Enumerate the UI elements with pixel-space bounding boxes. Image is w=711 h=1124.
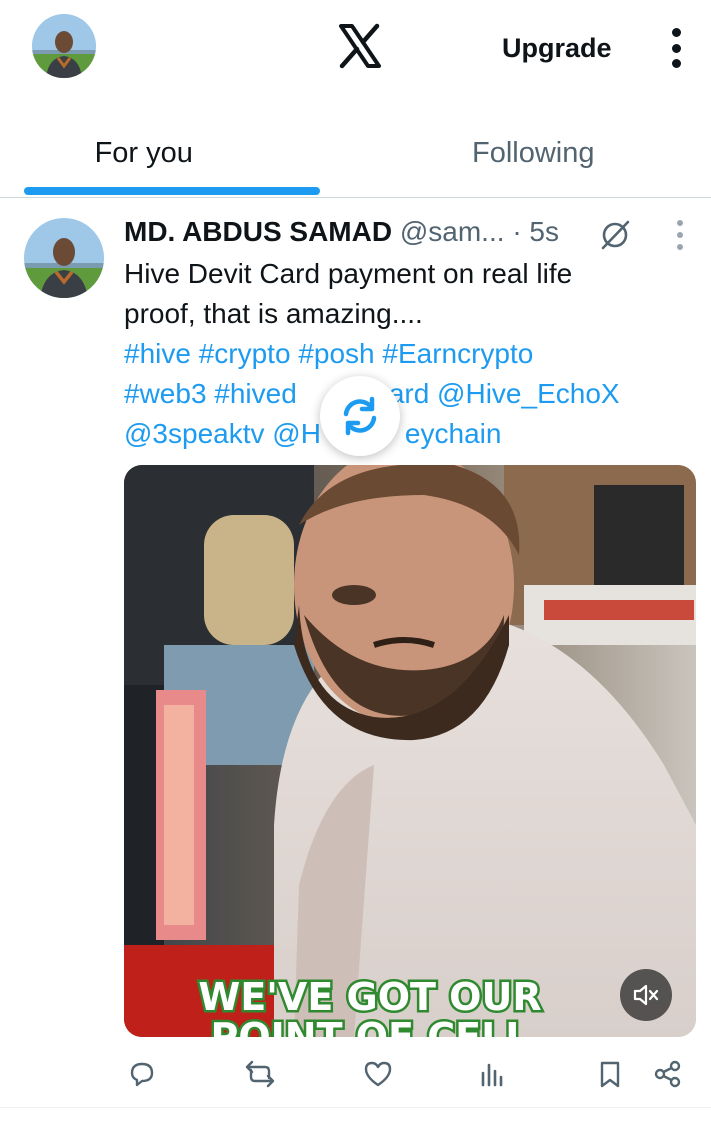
mute-button[interactable]	[620, 969, 672, 1021]
separator-dot: ·	[512, 216, 522, 247]
repost-icon	[245, 1060, 275, 1088]
post-text: Hive Devit Card payment on real life pro…	[124, 254, 684, 454]
analytics-icon	[481, 1063, 503, 1087]
reply-button[interactable]	[124, 1056, 160, 1092]
author-avatar[interactable]	[24, 218, 104, 298]
author-handle[interactable]: @sam...	[400, 216, 505, 247]
refresh-icon	[343, 396, 377, 436]
tab-for-you[interactable]: For you	[0, 110, 322, 197]
x-logo-icon[interactable]	[336, 22, 384, 70]
author-name[interactable]: MD. ABDUS SAMAD	[124, 216, 392, 247]
post-timestamp[interactable]: 5s	[529, 216, 559, 247]
tab-following[interactable]: Following	[356, 110, 711, 197]
repost-button[interactable]	[242, 1056, 278, 1092]
mentions-line[interactable]: @3speaktv @H eychain	[124, 414, 684, 454]
bookmark-button[interactable]	[592, 1056, 628, 1092]
mention-text[interactable]: @3speaktv @H	[124, 418, 321, 449]
hashtag-text[interactable]: ard @Hive_EchoX	[389, 378, 620, 409]
mention-text[interactable]: eychain	[405, 418, 502, 449]
post-more-icon[interactable]	[668, 220, 692, 250]
tab-following-label: Following	[472, 137, 595, 169]
hashtags-line[interactable]: #hive #crypto #posh #Earncrypto	[124, 334, 684, 374]
timeline-tabs: For you Following	[0, 110, 711, 198]
active-tab-indicator	[24, 187, 320, 195]
post-actions	[124, 1056, 696, 1092]
reply-icon	[130, 1062, 154, 1087]
refresh-button[interactable]	[320, 376, 400, 456]
more-vertical-icon[interactable]	[660, 26, 692, 70]
heart-icon	[364, 1061, 392, 1087]
caption-line: POINT OF CELL	[208, 1015, 532, 1038]
views-button[interactable]	[474, 1056, 510, 1092]
tab-for-you-label: For you	[94, 137, 193, 169]
video-caption: WE'VE GOT OUR POINT OF CELL	[124, 975, 696, 1038]
upgrade-button[interactable]: Upgrade	[490, 30, 624, 66]
profile-avatar[interactable]	[32, 14, 96, 78]
share-icon	[654, 1060, 681, 1088]
bookmark-icon	[600, 1061, 620, 1088]
hashtags-line[interactable]: #web3 #hived ard @Hive_EchoX	[124, 374, 684, 414]
like-button[interactable]	[360, 1056, 396, 1092]
post-text-line: Hive Devit Card payment on real life	[124, 258, 573, 289]
top-bar: Upgrade	[0, 0, 711, 96]
grok-icon[interactable]	[598, 218, 632, 252]
caption-line: WE'VE GOT OUR	[196, 975, 544, 1020]
share-button[interactable]	[650, 1056, 686, 1092]
post-video[interactable]: WE'VE GOT OUR POINT OF CELL	[124, 465, 696, 1037]
post-text-line: proof, that is amazing....	[124, 298, 423, 329]
video-frame	[124, 465, 696, 1037]
hashtag-text[interactable]: #web3 #hived	[124, 378, 297, 409]
speaker-muted-icon	[633, 984, 659, 1006]
post[interactable]: MD. ABDUS SAMAD @sam... · 5s Hive Devit …	[0, 198, 711, 1108]
